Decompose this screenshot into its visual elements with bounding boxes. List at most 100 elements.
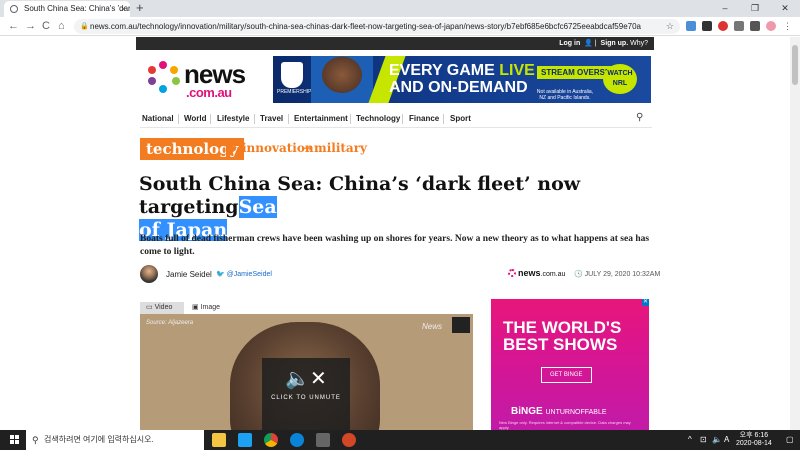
article-standfirst: Boats full of dead fisherman crews have … bbox=[140, 234, 650, 257]
nav-item-sport[interactable]: Sport bbox=[450, 114, 471, 123]
signup-link[interactable]: Sign up. bbox=[601, 40, 629, 47]
banner-fine-print: Not available in Australia, NZ and Pacif… bbox=[536, 89, 594, 101]
page-scrollbar[interactable] bbox=[790, 37, 800, 430]
nav-item-world[interactable]: World bbox=[184, 114, 207, 123]
tab-title: South China Sea: China's 'dark bbox=[24, 4, 130, 13]
extension-red-icon[interactable] bbox=[718, 21, 728, 31]
file-explorer-icon[interactable] bbox=[212, 433, 226, 447]
nav-item-finance[interactable]: Finance bbox=[409, 114, 439, 123]
bookmark-star-icon[interactable]: ☆ bbox=[666, 19, 674, 34]
tray-chevron-icon[interactable]: ^ bbox=[688, 430, 692, 450]
banner-watch-nrl: WATCH NRL bbox=[603, 64, 637, 94]
browser-toolbar: ← → C ⌂ 🔒 news.com.au/technology/innovat… bbox=[0, 17, 800, 36]
logo-dots-icon bbox=[146, 61, 180, 95]
author-twitter[interactable]: 🐦 @JamieSeidel bbox=[216, 270, 272, 278]
nav-item-national[interactable]: National bbox=[142, 114, 174, 123]
twitter-app-icon[interactable] bbox=[238, 433, 252, 447]
main-nav: National World Lifestyle Travel Entertai… bbox=[140, 112, 652, 128]
home-button[interactable]: ⌂ bbox=[58, 19, 65, 33]
banner-player-image bbox=[311, 56, 373, 103]
maximize-button[interactable]: ❐ bbox=[740, 0, 770, 17]
url-text: news.com.au/technology/innovation/milita… bbox=[90, 22, 641, 31]
login-link[interactable]: Log in bbox=[559, 40, 580, 47]
back-button[interactable]: ← bbox=[8, 19, 19, 33]
extension-shield-icon[interactable] bbox=[686, 21, 696, 31]
nav-item-entertainment[interactable]: Entertainment bbox=[294, 114, 348, 123]
article-headline: South China Sea: China’s ‘dark fleet’ no… bbox=[139, 173, 581, 241]
pip-icon[interactable] bbox=[452, 317, 470, 333]
video-icon: ▭ bbox=[146, 304, 153, 311]
tab-video[interactable]: ▭ Video bbox=[140, 302, 184, 314]
globe-icon bbox=[10, 5, 18, 13]
ad-choices-icon[interactable]: ✕ bbox=[642, 299, 649, 306]
extension-n-icon[interactable] bbox=[702, 21, 712, 31]
ad-headline: THE WORLD'S BEST SHOWS bbox=[503, 318, 622, 354]
image-icon: ▣ bbox=[192, 304, 199, 311]
new-tab-button[interactable]: + bbox=[136, 1, 144, 15]
close-window-button[interactable]: ✕ bbox=[770, 0, 800, 17]
tab-close-icon[interactable]: × bbox=[121, 1, 126, 17]
account-bar: Log in 👤 | Sign up. Why? bbox=[136, 37, 654, 50]
scrollbar-thumb[interactable] bbox=[792, 45, 798, 85]
network-icon[interactable]: ⊡ bbox=[700, 430, 707, 450]
powerpoint-icon[interactable] bbox=[342, 433, 356, 447]
web-page: Log in 👤 | Sign up. Why? news .com.au PR… bbox=[0, 37, 790, 430]
byline: Jamie Seidel 🐦 @JamieSeidel news.com.au … bbox=[140, 262, 660, 286]
logo-sub: .com.au bbox=[186, 85, 232, 100]
source-dots-icon bbox=[508, 269, 516, 277]
taskbar-search[interactable]: ⚲ 검색하려면 여기에 입력하십시오. bbox=[26, 430, 204, 450]
nrl-banner-ad[interactable]: PREMIERSHIP EVERY GAME LIVE AND ON-DEMAN… bbox=[273, 56, 651, 103]
author-name[interactable]: Jamie Seidel bbox=[166, 270, 212, 279]
notifications-icon[interactable]: ▢ bbox=[786, 430, 794, 450]
search-icon: ⚲ bbox=[32, 435, 39, 445]
user-icon: 👤 | bbox=[582, 40, 599, 47]
chrome-icon[interactable] bbox=[264, 433, 278, 447]
unmute-label: CLICK TO UNMUTE bbox=[271, 395, 341, 401]
start-button[interactable] bbox=[10, 435, 20, 445]
edge-icon[interactable] bbox=[290, 433, 304, 447]
speaker-muted-icon: 🔈✕ bbox=[285, 368, 327, 390]
source-logo: news.com.au bbox=[508, 268, 565, 278]
browser-tab-strip: South China Sea: China's 'dark × + – ❐ ✕ bbox=[0, 0, 800, 17]
lock-icon: 🔒 bbox=[80, 23, 89, 30]
binge-ad[interactable]: ✕ THE WORLD'S BEST SHOWS GET BINGE BiNGE… bbox=[491, 299, 649, 430]
clock-icon: 🕓 bbox=[574, 271, 583, 278]
menu-kebab-icon[interactable]: ⋮ bbox=[783, 21, 793, 31]
breadcrumb-military[interactable]: military bbox=[314, 141, 367, 155]
nav-item-travel[interactable]: Travel bbox=[260, 114, 283, 123]
get-binge-button[interactable]: GET BINGE bbox=[541, 367, 592, 383]
address-bar[interactable]: 🔒 news.com.au/technology/innovation/mili… bbox=[74, 19, 680, 34]
author-avatar bbox=[140, 265, 158, 283]
minimize-button[interactable]: – bbox=[710, 0, 740, 17]
nrl-logo-icon bbox=[281, 62, 303, 88]
tab-image[interactable]: ▣ Image bbox=[186, 302, 230, 314]
extensions-puzzle-icon[interactable] bbox=[750, 21, 760, 31]
windows-taskbar: ⚲ 검색하려면 여기에 입력하십시오. ^ ⊡ 🔈 A 오후 6:16 2020… bbox=[0, 430, 800, 450]
ime-indicator[interactable]: A bbox=[724, 430, 729, 450]
breadcrumb-arrow-icon bbox=[226, 138, 236, 160]
taskbar-clock[interactable]: 오후 6:16 2020-08-14 bbox=[736, 432, 772, 448]
settings-gear-icon[interactable] bbox=[316, 433, 330, 447]
video-player[interactable]: Source: Aljazeera News 🔈✕ CLICK TO UNMUT… bbox=[140, 314, 473, 430]
banner-headline: EVERY GAME LIVE AND ON-DEMAND bbox=[389, 62, 535, 96]
reload-button[interactable]: C bbox=[42, 19, 50, 33]
ad-fine-print: New Binge only. Requires internet & comp… bbox=[499, 420, 631, 430]
selected-text: Sea bbox=[238, 196, 277, 218]
article-date: 🕓 JULY 29, 2020 10:32AM bbox=[574, 271, 661, 278]
unmute-button[interactable]: 🔈✕ CLICK TO UNMUTE bbox=[262, 358, 350, 430]
breadcrumb-separator: → bbox=[302, 141, 313, 155]
why-link[interactable]: Why? bbox=[630, 40, 648, 47]
video-watermark: News bbox=[422, 322, 443, 331]
search-icon[interactable]: ⚲ bbox=[636, 112, 643, 123]
extension-grid-icon[interactable] bbox=[734, 21, 744, 31]
browser-tab[interactable]: South China Sea: China's 'dark × bbox=[4, 1, 130, 17]
ad-brand: BiNGE UNTURNOFFABLE bbox=[511, 406, 607, 417]
video-source: Source: Aljazeera bbox=[146, 320, 194, 326]
forward-button[interactable]: → bbox=[25, 19, 36, 33]
site-logo[interactable]: news .com.au bbox=[146, 59, 256, 100]
twitter-icon: 🐦 bbox=[216, 271, 225, 278]
volume-icon[interactable]: 🔈 bbox=[712, 430, 722, 450]
nav-item-technology[interactable]: Technology bbox=[356, 114, 400, 123]
profile-avatar[interactable] bbox=[766, 21, 776, 31]
nav-item-lifestyle[interactable]: Lifestyle bbox=[217, 114, 249, 123]
